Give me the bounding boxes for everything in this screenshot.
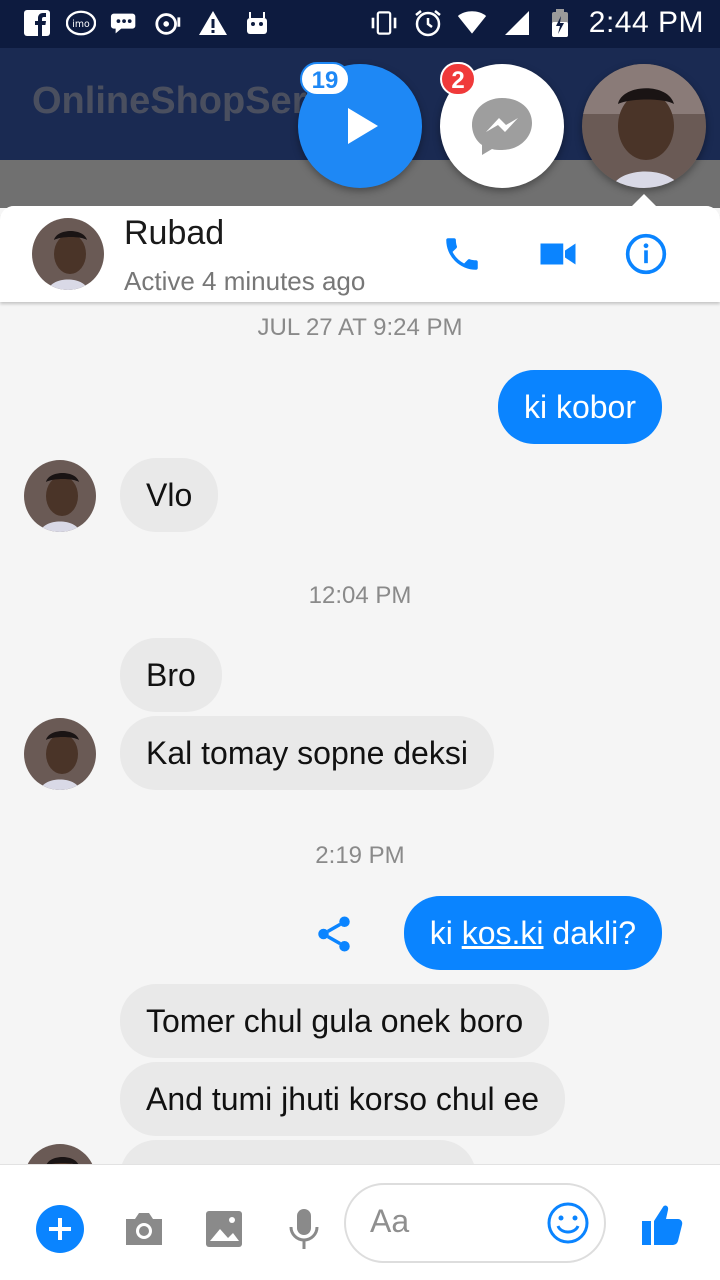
incoming-message[interactable]: Bro [120,638,222,712]
status-bar: imo 2:44 PM [0,0,720,48]
sender-avatar [24,460,96,532]
message-composer: Aa [0,1164,720,1280]
message-text: dakli? [543,915,636,951]
contact-name: Rubad [124,214,225,252]
battery-icon [545,8,575,38]
video-camera-icon [540,243,576,265]
header-avatar[interactable] [32,218,104,290]
vibrate-icon [369,8,399,38]
message-text: ki [429,915,462,951]
svg-text:imo: imo [72,19,90,30]
timestamp: JUL 27 AT 9:24 PM [257,314,463,341]
info-icon [625,233,667,275]
warning-icon [198,8,228,38]
info-button[interactable] [624,232,668,276]
thumbs-up-icon [642,1205,683,1245]
sender-avatar [24,718,96,790]
outgoing-message[interactable]: ki kos.ki dakli? [403,896,662,970]
incoming-message[interactable]: Kal tomay sopne deksi [120,716,494,790]
incoming-message[interactable]: And tumi jhuti korso chul ee [120,1062,566,1136]
plus-icon [36,1205,84,1253]
gallery-button[interactable] [200,1205,248,1253]
imo-icon: imo [66,8,96,38]
camera-button[interactable] [120,1205,168,1253]
message-input[interactable]: Aa [344,1183,606,1263]
video-call-button[interactable] [536,232,580,276]
chat-icon [110,8,140,38]
timestamp: 12:04 PM [308,582,412,609]
status-time: 2:44 PM [588,6,704,39]
message-input-placeholder: Aa [370,1203,410,1239]
emoji-button[interactable] [546,1201,590,1250]
share-button[interactable] [312,912,356,956]
messenger-badge: 2 [440,62,476,96]
active-status: Active 4 minutes ago [124,266,366,296]
camera-icon [126,1213,162,1245]
facebook-icon [22,8,52,38]
microphone-icon [289,1209,319,1249]
voice-button[interactable] [280,1205,328,1253]
wifi-icon [457,8,487,38]
add-button[interactable] [36,1205,84,1253]
incoming-message[interactable]: Tomer chul gula onek boro [120,984,550,1058]
outgoing-message[interactable]: ki kobor [497,370,662,444]
android-icon [242,8,272,38]
contact-chat-head[interactable] [582,64,706,188]
timestamp: 2:19 PM [315,842,405,869]
message-link[interactable]: kos.ki [462,915,544,951]
smiley-icon [547,1202,589,1244]
alarm-icon [413,8,443,38]
background-app-title: OnlineShopServ [32,80,328,122]
image-icon [206,1211,242,1247]
call-button[interactable] [440,232,484,276]
signal-icon [501,8,531,38]
play-badge: 19 [300,62,350,96]
incoming-message[interactable]: Vlo [120,458,219,532]
phone-icon [446,238,478,270]
like-button[interactable] [638,1201,686,1249]
conversation-panel: Rubad Active 4 minutes ago JUL 27 AT 9:2… [0,206,720,1280]
contact-avatar-image [582,64,706,188]
media-icon [154,8,184,38]
share-icon [318,916,350,952]
conversation-header: Rubad Active 4 minutes ago [0,206,720,302]
